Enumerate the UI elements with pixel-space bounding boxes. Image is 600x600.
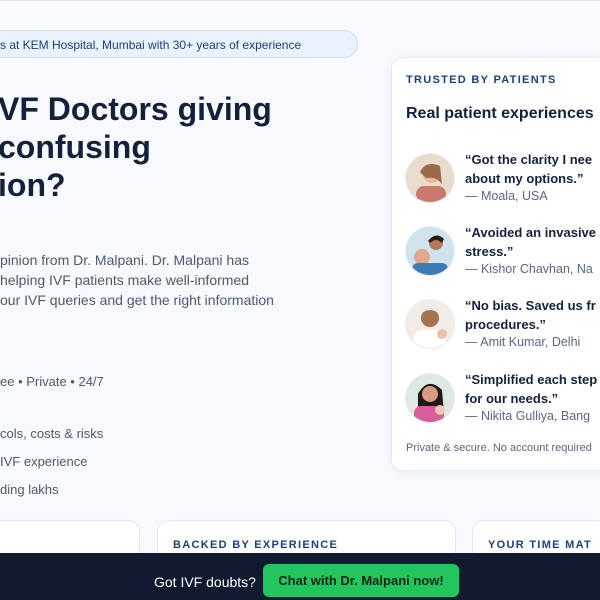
hero-heading: VF Doctors giving confusing ion?	[0, 90, 368, 204]
quote-line: “No bias. Saved us fr	[465, 298, 596, 313]
intro-line: helping IVF patients make well-informed	[0, 272, 250, 288]
experience-card-label: BACKED BY EXPERIENCE	[173, 539, 339, 551]
testimonial-author: — Amit Kumar, Delhi	[465, 335, 581, 349]
testimonial-item: “Simplified each step for our needs.” — …	[406, 370, 600, 432]
intro-line: our IVF queries and get the right inform…	[0, 292, 274, 308]
chat-now-button[interactable]: Chat with Dr. Malpani now!	[263, 564, 459, 597]
experience-badge-text: s at KEM Hospital, Mumbai with 30+ years…	[0, 38, 302, 52]
patient-avatar	[406, 374, 454, 422]
testimonial-quote: “Avoided an invasive stress.”	[465, 223, 596, 261]
testimonial-author: — Kishor Chavhan, Na	[465, 262, 593, 276]
intro-line: pinion from Dr. Malpani. Dr. Malpani has	[0, 252, 249, 268]
quote-line: “Got the clarity I nee	[465, 152, 593, 167]
testimonial-item: “No bias. Saved us fr procedures.” — Ami…	[406, 296, 600, 358]
time-card-label: YOUR TIME MAT	[488, 539, 593, 551]
service-meta: ee • Private • 24/7	[0, 374, 104, 389]
patient-avatar	[406, 227, 454, 275]
testimonial-quote: “No bias. Saved us fr procedures.”	[465, 296, 596, 334]
quote-line: for our needs.”	[465, 391, 559, 406]
quote-line: stress.”	[465, 244, 514, 259]
quote-line: “Avoided an invasive	[465, 225, 597, 240]
testimonial-item: “Avoided an invasive stress.” — Kishor C…	[406, 223, 600, 285]
quote-line: “Simplified each step	[465, 372, 598, 387]
benefit-item: IVF experience	[0, 454, 88, 469]
testimonials-title: Real patient experiences	[406, 105, 594, 122]
testimonial-item: “Got the clarity I nee about my options.…	[406, 150, 600, 212]
benefit-item: ding lakhs	[0, 482, 59, 497]
benefit-list: cols, costs & risks IVF experience ding …	[0, 426, 103, 510]
testimonials-eyebrow: TRUSTED BY PATIENTS	[406, 74, 557, 86]
quote-line: procedures.”	[465, 317, 546, 332]
testimonial-author: — Nikita Gulliya, Bang	[465, 409, 591, 423]
hero-intro: pinion from Dr. Malpani. Dr. Malpani has…	[0, 250, 380, 310]
cta-prompt: Got IVF doubts?	[154, 574, 256, 590]
hero-heading-line: VF Doctors giving	[0, 91, 272, 127]
testimonial-quote: “Got the clarity I nee about my options.…	[465, 150, 592, 188]
testimonial-author: — Moala, USA	[465, 189, 548, 203]
hero-heading-line: confusing	[0, 129, 151, 165]
hero-heading-line: ion?	[0, 167, 66, 203]
benefit-item: cols, costs & risks	[0, 426, 104, 441]
patient-avatar	[406, 300, 454, 348]
patient-avatar	[406, 154, 454, 202]
top-border	[0, 0, 600, 1]
testimonial-quote: “Simplified each step for our needs.”	[465, 370, 597, 408]
quote-line: about my options.”	[465, 171, 584, 186]
privacy-note: Private & secure. No account required	[406, 442, 592, 454]
